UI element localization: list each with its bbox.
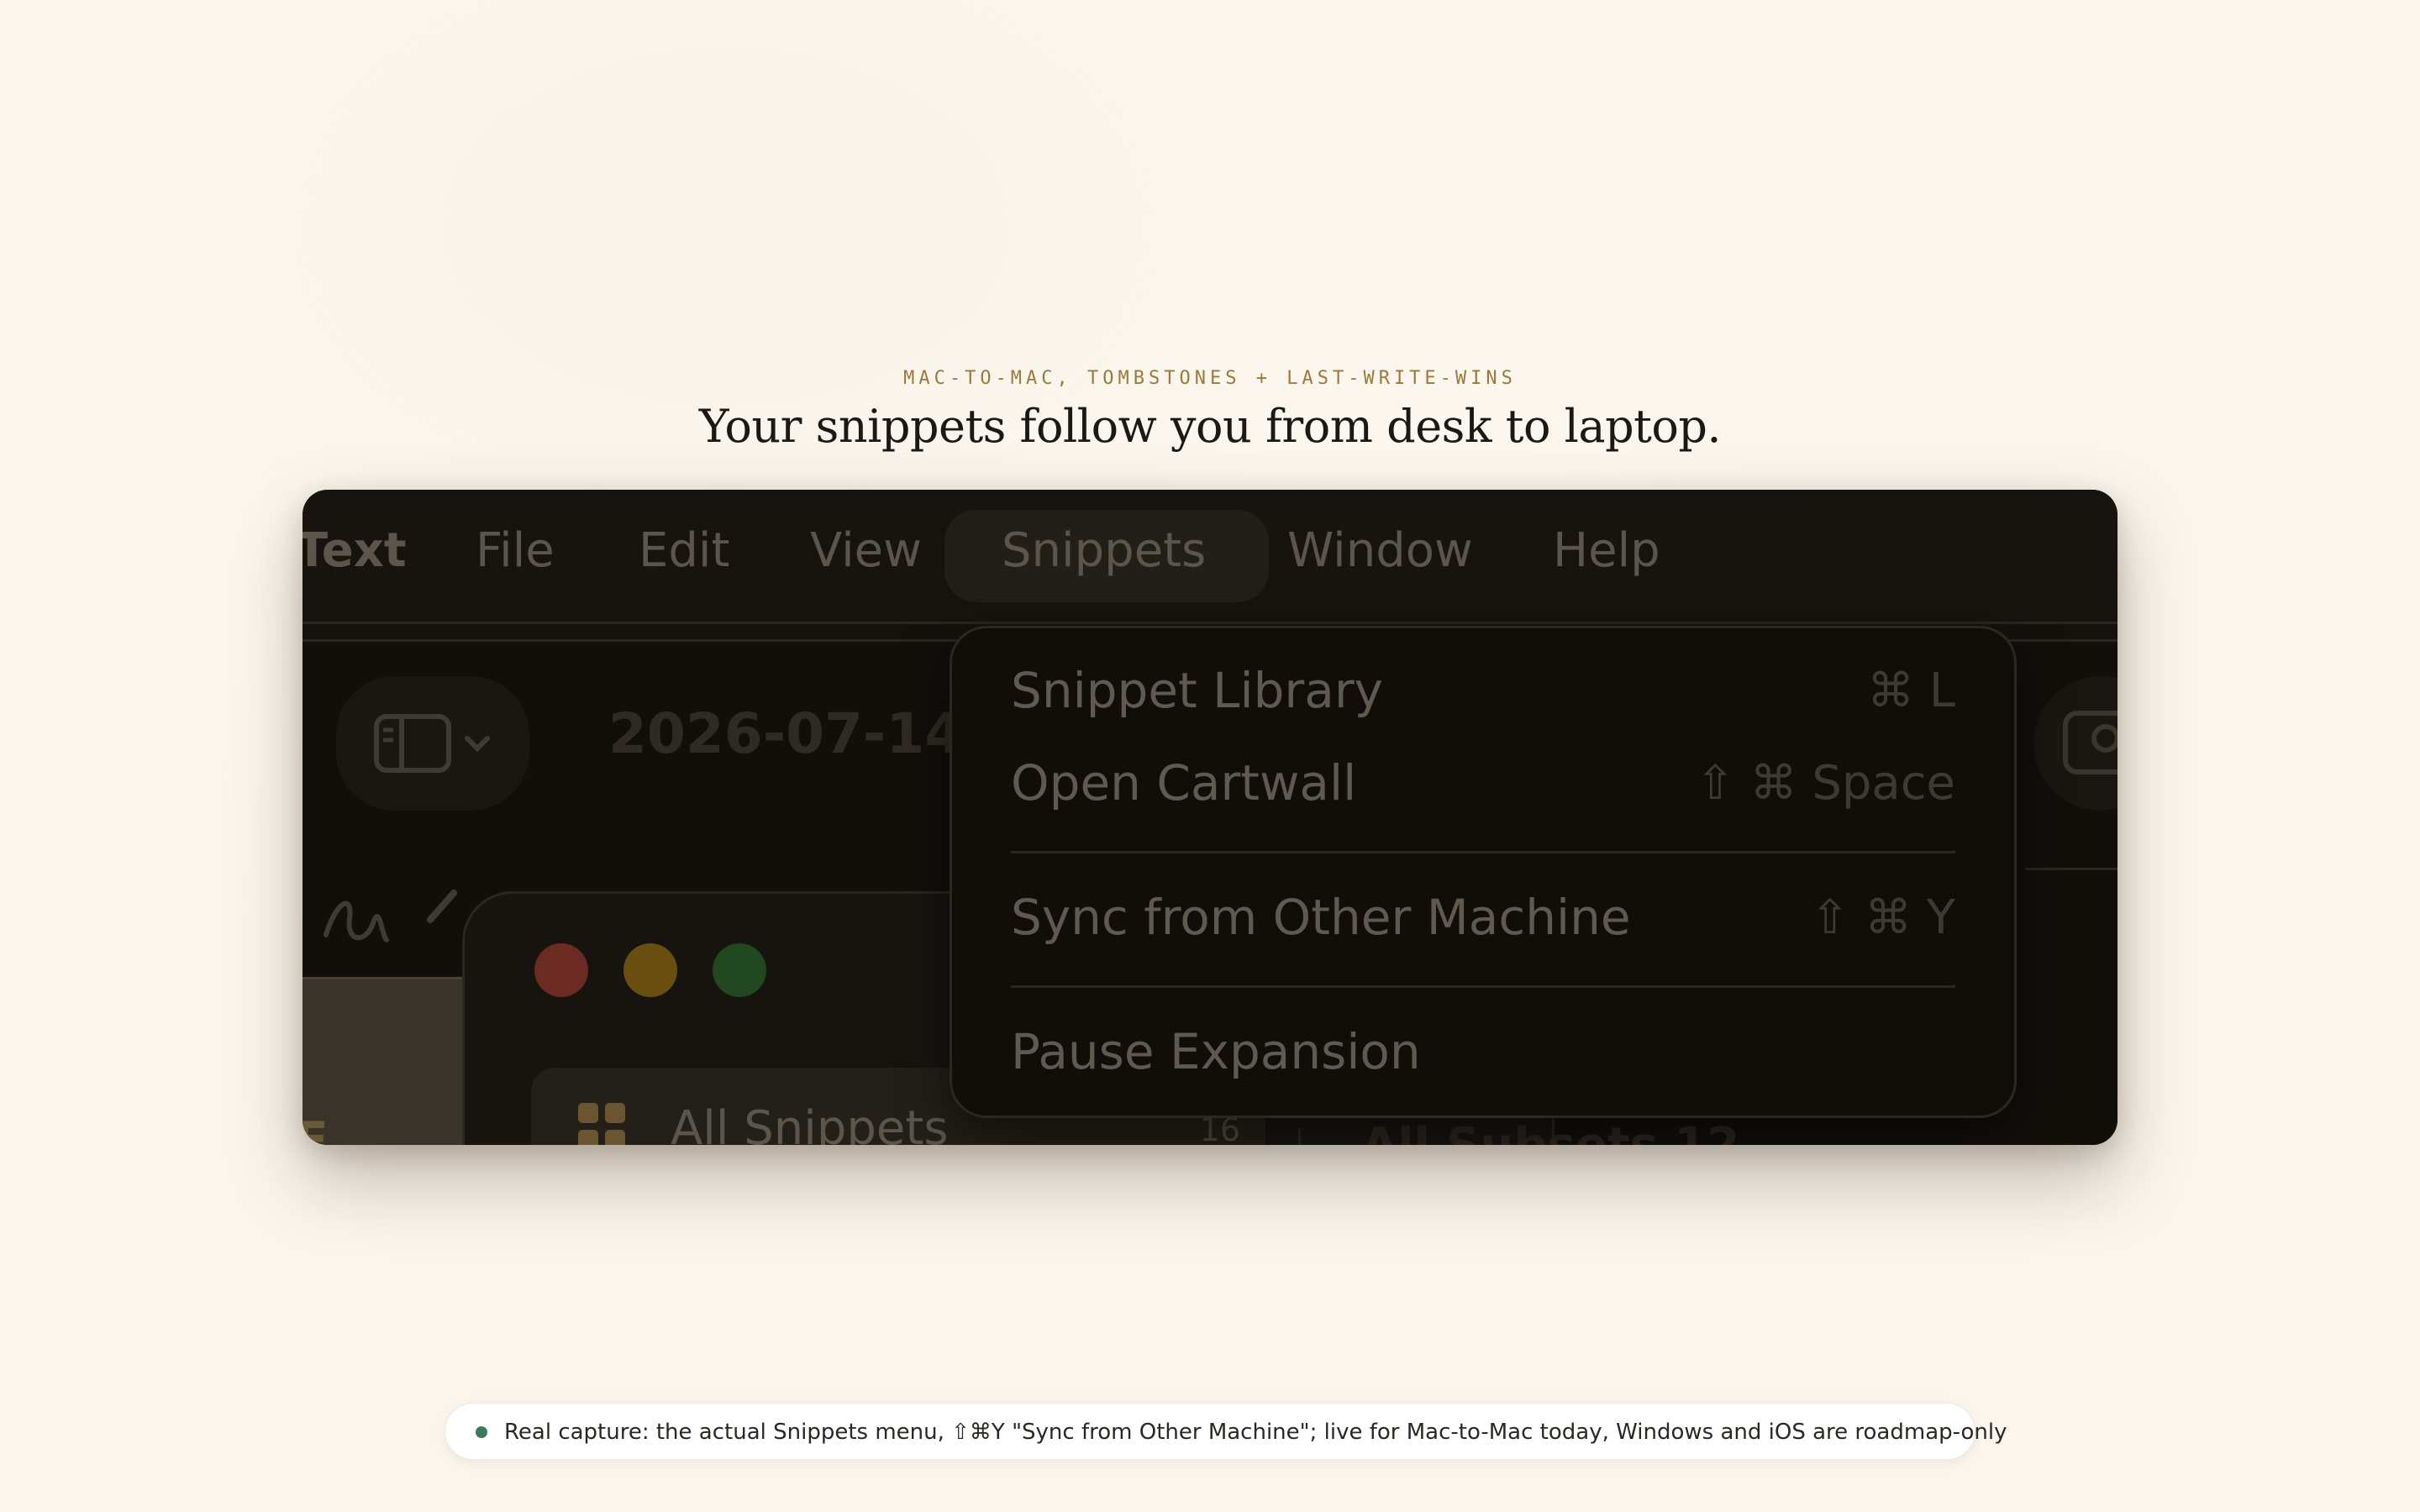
menu-view[interactable]: View: [810, 523, 922, 578]
caption-text: Real capture: the actual Snippets menu, …: [504, 1420, 2007, 1445]
headline: Your snippets follow you from desk to la…: [698, 400, 1722, 453]
menu-window[interactable]: Window: [1287, 523, 1473, 578]
menu-help[interactable]: Help: [1553, 523, 1660, 578]
list-header-ghost: All Subsets 12: [1361, 1118, 1739, 1145]
menu-item-pause-expansion[interactable]: Pause Expansion: [1011, 1023, 1421, 1080]
grid-icon: [578, 1103, 625, 1145]
menu-item-open-cartwall[interactable]: Open Cartwall: [1011, 754, 1356, 811]
sidebar-item-label: All Snippets: [671, 1101, 949, 1145]
menu-file[interactable]: File: [476, 523, 555, 578]
status-dot: [476, 1426, 487, 1438]
menu-edit[interactable]: Edit: [639, 523, 729, 578]
shortcut-snippet-library: ⌘ L: [1867, 664, 1955, 718]
snippets-menu-dropdown: Snippet Library ⌘ L Open Cartwall ⇧ ⌘ Sp…: [950, 626, 2017, 1118]
window-close-button[interactable]: [534, 943, 588, 997]
left-panel-text: E: [302, 1111, 329, 1145]
toolbar-date: 2026-07-14: [608, 701, 964, 766]
caption-pill: Real capture: the actual Snippets menu, …: [445, 1403, 2007, 1460]
pane-divider: [1298, 1128, 1301, 1145]
menu-item-snippet-library[interactable]: Snippet Library: [1011, 662, 1383, 719]
image-icon: [2063, 711, 2118, 774]
app-screenshot: Text File Edit View Snippets Window Help…: [302, 490, 2118, 1145]
menu-separator: [1011, 985, 1955, 988]
eyebrow-label: MAC-TO-MAC, TOMBSTONES + LAST-WRITE-WINS: [903, 368, 1517, 389]
menu-snippets[interactable]: Snippets: [1002, 523, 1206, 578]
window-zoom-button[interactable]: [713, 943, 766, 997]
shortcut-sync: ⇧ ⌘ Y: [1810, 890, 1955, 945]
sidebar-icon: [374, 714, 490, 773]
toolbar-divider-right: [2025, 868, 2118, 870]
menu-app-name[interactable]: Text: [302, 523, 407, 578]
shortcut-open-cartwall: ⇧ ⌘ Space: [1695, 756, 1955, 811]
sidebar-toggle-button[interactable]: [336, 676, 529, 811]
menu-separator: [1011, 851, 1955, 853]
window-minimize-button[interactable]: [623, 943, 677, 997]
menu-item-sync-from-other-machine[interactable]: Sync from Other Machine: [1011, 889, 1631, 946]
menu-bar: Text File Edit View Snippets Window Help: [302, 490, 2118, 624]
